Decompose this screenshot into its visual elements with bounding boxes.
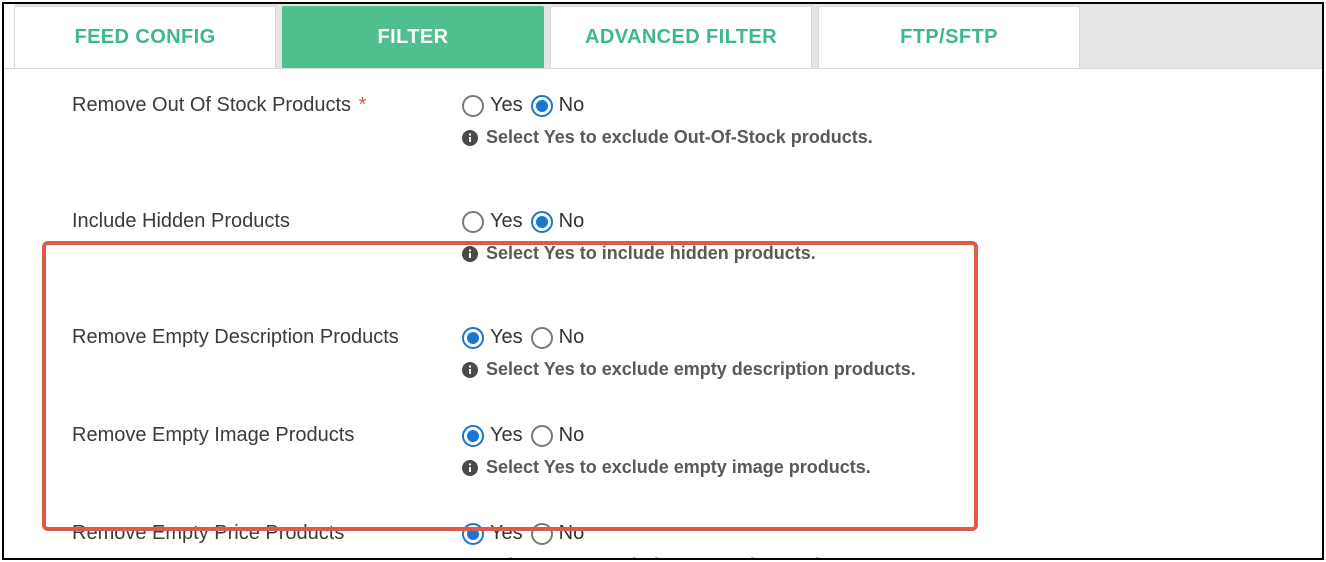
radio-no[interactable]: No — [531, 424, 589, 447]
row-remove-empty-image: Remove Empty Image Products Yes No — [4, 424, 1322, 478]
radio-group-out-of-stock: Yes No — [462, 94, 1322, 117]
radio-group-empty-price: Yes No — [462, 522, 1322, 545]
tab-label: FTP/SFTP — [900, 26, 998, 49]
hint-text: Select Yes to include hidden products. — [486, 243, 816, 264]
tab-ftp-sftp[interactable]: FTP/SFTP — [818, 6, 1080, 68]
radio-yes[interactable]: Yes — [462, 94, 527, 117]
field-hint: Select Yes to include hidden products. — [462, 243, 1322, 264]
radio-yes[interactable]: Yes — [462, 210, 527, 233]
field-label: Remove Empty Price Products — [72, 522, 462, 545]
radio-label: No — [559, 210, 585, 233]
radio-circle-icon — [531, 523, 553, 545]
radio-no[interactable]: No — [531, 210, 589, 233]
radio-circle-icon — [462, 523, 484, 545]
field-label: Remove Out Of Stock Products * — [72, 94, 462, 117]
radio-label: Yes — [490, 94, 523, 117]
radio-group-empty-image: Yes No — [462, 424, 1322, 447]
highlight-box — [42, 241, 978, 531]
filter-panel: Remove Out Of Stock Products * Yes No — [4, 69, 1322, 560]
radio-label: No — [559, 522, 585, 545]
row-include-hidden: Include Hidden Products Yes No — [4, 210, 1322, 264]
radio-label: No — [559, 326, 585, 349]
radio-circle-icon — [462, 95, 484, 117]
radio-yes[interactable]: Yes — [462, 424, 527, 447]
tab-advanced-filter[interactable]: ADVANCED FILTER — [550, 6, 812, 68]
hint-text: Select Yes to exclude Out-Of-Stock produ… — [486, 127, 873, 148]
field-label: Include Hidden Products — [72, 210, 462, 233]
tab-feed-config[interactable]: FEED CONFIG — [14, 6, 276, 68]
radio-label: Yes — [490, 210, 523, 233]
radio-yes[interactable]: Yes — [462, 326, 527, 349]
tab-label: ADVANCED FILTER — [585, 26, 777, 49]
radio-no[interactable]: No — [531, 326, 589, 349]
tab-label: FEED CONFIG — [74, 26, 215, 49]
required-asterisk: * — [359, 94, 367, 116]
row-remove-empty-description: Remove Empty Description Products Yes No — [4, 326, 1322, 380]
radio-no[interactable]: No — [531, 94, 589, 117]
field-label-text: Include Hidden Products — [72, 210, 290, 232]
radio-circle-icon — [531, 425, 553, 447]
hint-text: Select Yes to exclude empty description … — [486, 359, 916, 380]
tabs-bar: FEED CONFIG FILTER ADVANCED FILTER FTP/S… — [4, 4, 1322, 69]
radio-label: Yes — [490, 522, 523, 545]
radio-circle-icon — [531, 211, 553, 233]
field-hint: Select Yes to exclude Out-Of-Stock produ… — [462, 127, 1322, 148]
field-label-text: Remove Empty Image Products — [72, 424, 354, 446]
tab-label: FILTER — [378, 26, 449, 49]
tab-filter[interactable]: FILTER — [282, 6, 544, 68]
field-label: Remove Empty Image Products — [72, 424, 462, 447]
field-label-text: Remove Empty Description Products — [72, 326, 399, 348]
info-icon — [462, 130, 478, 146]
info-icon — [462, 362, 478, 378]
field-label-text: Remove Empty Price Products — [72, 522, 344, 544]
radio-group-include-hidden: Yes No — [462, 210, 1322, 233]
radio-no[interactable]: No — [531, 522, 589, 545]
row-remove-empty-price: Remove Empty Price Products Yes No — [4, 522, 1322, 560]
radio-yes[interactable]: Yes — [462, 522, 527, 545]
radio-circle-icon — [531, 95, 553, 117]
hint-text: Select Yes to exclude empty price produc… — [486, 555, 862, 560]
field-hint: Select Yes to exclude empty image produc… — [462, 457, 1322, 478]
field-hint: Select Yes to exclude empty description … — [462, 359, 1322, 380]
info-icon — [462, 460, 478, 476]
hint-text: Select Yes to exclude empty image produc… — [486, 457, 871, 478]
radio-circle-icon — [462, 425, 484, 447]
radio-label: No — [559, 94, 585, 117]
info-icon — [462, 558, 478, 561]
row-remove-out-of-stock: Remove Out Of Stock Products * Yes No — [4, 94, 1322, 148]
radio-label: Yes — [490, 326, 523, 349]
radio-group-empty-description: Yes No — [462, 326, 1322, 349]
radio-circle-icon — [531, 327, 553, 349]
radio-circle-icon — [462, 327, 484, 349]
info-icon — [462, 246, 478, 262]
radio-label: No — [559, 424, 585, 447]
radio-circle-icon — [462, 211, 484, 233]
field-label-text: Remove Out Of Stock Products — [72, 94, 351, 116]
radio-label: Yes — [490, 424, 523, 447]
field-hint: Select Yes to exclude empty price produc… — [462, 555, 1322, 560]
field-label: Remove Empty Description Products — [72, 326, 462, 349]
